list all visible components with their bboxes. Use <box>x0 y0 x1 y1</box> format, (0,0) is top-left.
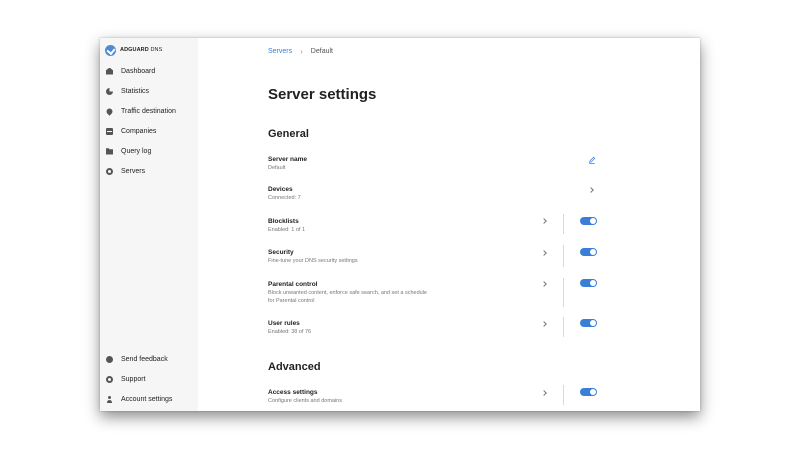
setting-subtitle: Enabled: 38 of 76 <box>268 329 312 335</box>
page-title: Server settings <box>268 86 377 103</box>
divider <box>563 317 564 337</box>
divider <box>563 278 564 307</box>
sidebar-item-support[interactable]: Support <box>106 373 146 385</box>
sidebar: ADGUARD DNS Dashboard Statistics Traffic… <box>100 38 198 411</box>
folder-icon <box>106 148 113 155</box>
shield-check-icon <box>105 44 116 56</box>
chevron-right-icon[interactable] <box>588 187 594 193</box>
setting-access-settings[interactable]: Access settings Configure clients and do… <box>268 388 508 405</box>
location-pin-icon <box>105 106 114 116</box>
company-icon <box>106 127 113 135</box>
setting-subtitle: Default <box>268 165 286 171</box>
breadcrumb: Servers › Default <box>268 47 333 56</box>
setting-devices[interactable]: Devices Connected: 7 <box>268 185 508 202</box>
setting-subtitle: Configure clients and domains <box>268 398 342 404</box>
setting-title: Blocklists <box>268 218 299 225</box>
sidebar-item-query-log[interactable]: Query log <box>106 145 151 157</box>
divider <box>563 245 564 267</box>
sidebar-item-dashboard[interactable]: Dashboard <box>106 65 155 77</box>
sidebar-item-statistics[interactable]: Statistics <box>106 85 149 97</box>
support-icon <box>106 375 113 383</box>
setting-title: User rules <box>268 320 300 327</box>
brand-name: ADGUARD <box>120 47 149 53</box>
setting-subtitle: Block unwanted content, enforce safe sea… <box>268 290 427 304</box>
parental-control-toggle[interactable] <box>580 279 597 287</box>
setting-title: Security <box>268 249 294 256</box>
section-general-title: General <box>268 128 309 140</box>
setting-title: Access settings <box>268 389 318 396</box>
user-rules-toggle[interactable] <box>580 319 597 327</box>
setting-subtitle: Fine-tune your DNS security settings <box>268 258 358 264</box>
setting-security[interactable]: Security Fine-tune your DNS security set… <box>268 248 508 265</box>
security-toggle[interactable] <box>580 248 597 256</box>
sidebar-item-label: Query log <box>121 147 152 155</box>
setting-server-name[interactable]: Server name Default <box>268 155 508 172</box>
chevron-right-icon[interactable] <box>541 390 547 396</box>
breadcrumb-current: Default <box>310 48 333 55</box>
sidebar-item-label: Dashboard <box>121 67 156 75</box>
chevron-right-icon[interactable] <box>541 218 547 224</box>
sidebar-item-send-feedback[interactable]: Send feedback <box>106 353 168 365</box>
sidebar-item-traffic-destination[interactable]: Traffic destination <box>105 105 176 117</box>
chevron-right-icon[interactable] <box>541 250 547 256</box>
sidebar-item-label: Statistics <box>121 87 150 95</box>
chat-bubble-icon <box>106 355 113 363</box>
house-icon <box>106 67 113 75</box>
pencil-edit-icon[interactable] <box>588 156 596 164</box>
setting-title: Server name <box>268 156 308 163</box>
adguard-logo[interactable]: ADGUARD DNS <box>105 44 162 56</box>
sidebar-item-label: Support <box>121 375 146 383</box>
setting-parental-control[interactable]: Parental control Block unwanted content,… <box>268 280 428 305</box>
setting-blocklists[interactable]: Blocklists Enabled: 1 of 1 <box>268 217 508 234</box>
setting-subtitle: Connected: 7 <box>268 195 301 201</box>
setting-title: Devices <box>268 186 293 193</box>
section-advanced-title: Advanced <box>268 361 321 373</box>
chevron-right-icon[interactable] <box>541 321 547 327</box>
pie-chart-icon <box>106 87 113 95</box>
setting-title: Parental control <box>268 281 318 288</box>
brand-suffix: DNS <box>148 47 163 53</box>
divider <box>563 385 564 405</box>
divider <box>563 214 564 234</box>
sidebar-item-label: Traffic destination <box>121 107 176 115</box>
sidebar-item-servers[interactable]: Servers <box>106 165 145 177</box>
sidebar-item-label: Servers <box>121 167 146 175</box>
setting-subtitle: Enabled: 1 of 1 <box>268 227 306 233</box>
chevron-right-icon[interactable] <box>541 281 547 287</box>
breadcrumb-servers-link[interactable]: Servers <box>268 48 292 55</box>
app-window: ADGUARD DNS Dashboard Statistics Traffic… <box>100 38 700 411</box>
sidebar-item-companies[interactable]: Companies <box>106 125 156 137</box>
gear-icon <box>106 167 113 175</box>
sidebar-item-label: Send feedback <box>121 355 168 363</box>
main-content: Servers › Default Server settings Genera… <box>198 38 700 411</box>
setting-user-rules[interactable]: User rules Enabled: 38 of 76 <box>268 319 508 336</box>
sidebar-item-label: Account settings <box>121 395 173 403</box>
access-settings-toggle[interactable] <box>580 388 597 396</box>
sidebar-item-account-settings[interactable]: Account settings <box>106 393 172 405</box>
blocklists-toggle[interactable] <box>580 217 597 225</box>
account-icon <box>106 395 113 403</box>
sidebar-item-label: Companies <box>121 127 157 135</box>
chevron-right-icon: › <box>300 47 303 56</box>
